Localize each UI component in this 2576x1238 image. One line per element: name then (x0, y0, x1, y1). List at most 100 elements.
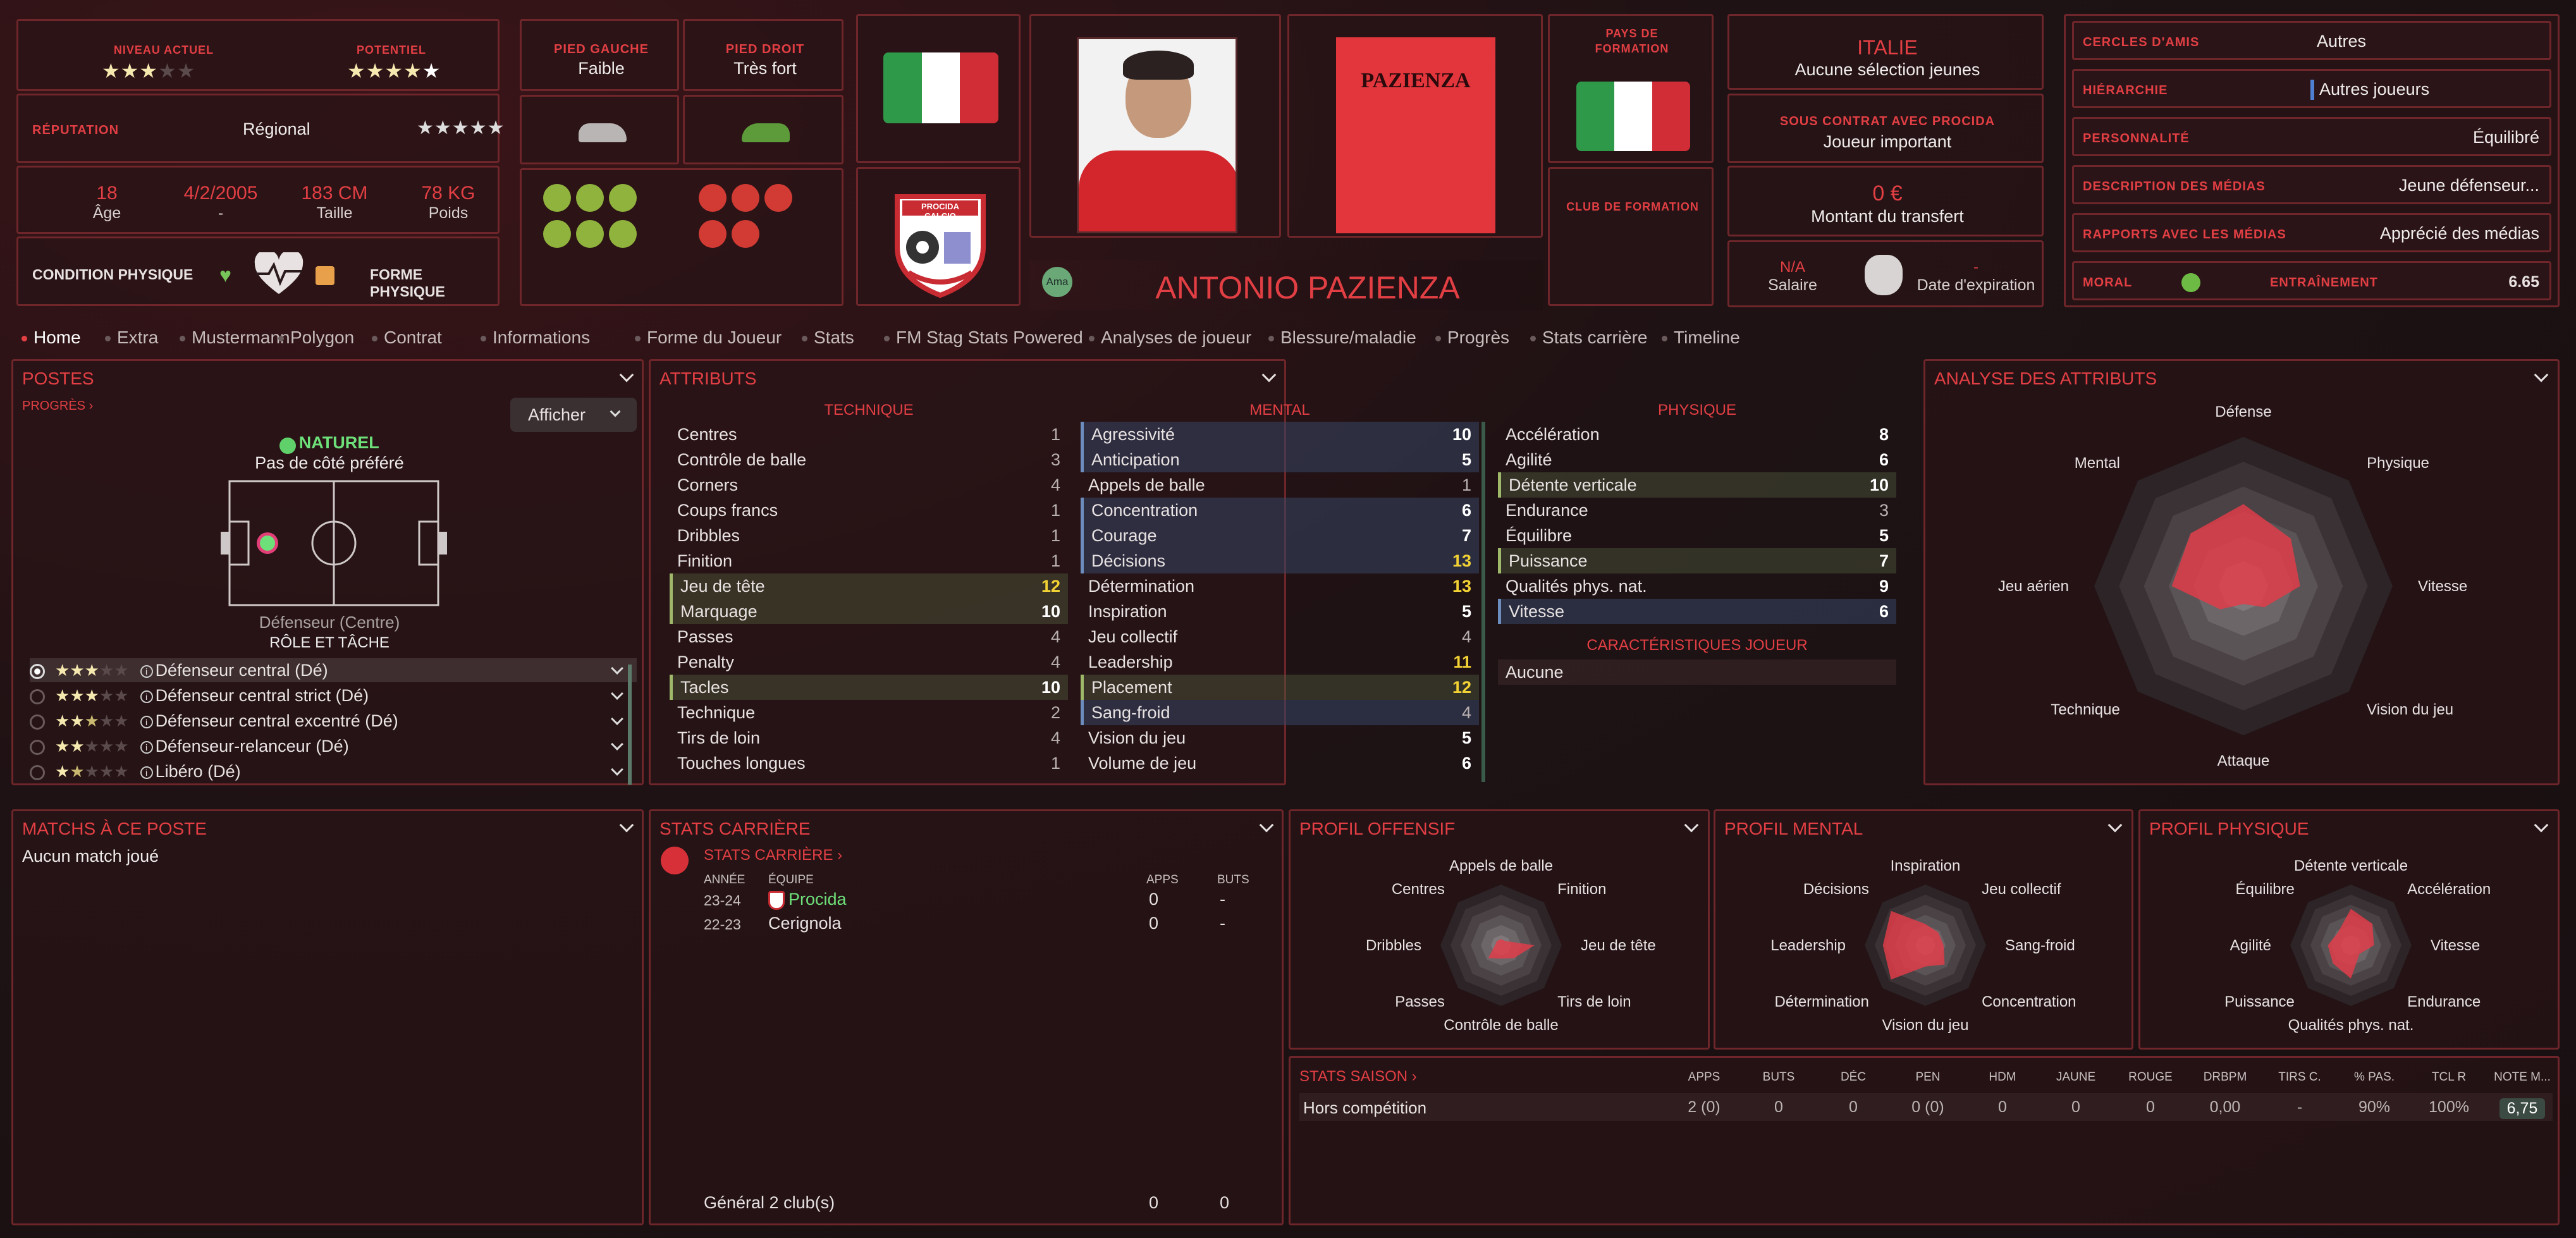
info-icon[interactable]: i (140, 690, 153, 703)
attribute-row[interactable]: Qualités phys. nat. 9 (1498, 573, 1896, 599)
target-icon[interactable] (699, 220, 727, 248)
handshake-icon[interactable] (732, 220, 759, 248)
tab-3[interactable]: Polygon (278, 328, 354, 348)
attribute-row[interactable]: Vitesse 6 (1498, 599, 1896, 624)
role-row[interactable]: ★★★★★ i Défenseur central (Dé) (30, 658, 637, 682)
brain-icon[interactable] (609, 184, 637, 212)
attribute-row[interactable]: Centres 1 (670, 422, 1068, 447)
attribute-row[interactable]: Jeu de tête 12 (670, 573, 1068, 599)
postes-chevron-icon[interactable] (619, 367, 634, 383)
role-row[interactable]: ★★★★★ i Défenseur central strict (Dé) (30, 683, 637, 708)
chart-up-icon[interactable] (576, 184, 604, 212)
ama-badge[interactable]: Ama (1042, 267, 1072, 297)
attributs-chevron-icon[interactable] (1261, 367, 1277, 383)
pen-icon[interactable] (543, 220, 571, 248)
carriere-equipe[interactable]: Procida (788, 890, 847, 909)
attribute-row[interactable]: Équilibre 5 (1498, 523, 1896, 548)
attribute-row[interactable]: Volume de jeu 6 (1081, 751, 1479, 776)
offensif-chevron-icon[interactable] (1684, 818, 1699, 833)
wrench-icon[interactable] (699, 184, 727, 212)
attribute-row[interactable]: Technique 2 (670, 700, 1068, 725)
role-radio[interactable] (30, 714, 45, 730)
afficher-dropdown[interactable]: Afficher (510, 398, 637, 432)
attribute-row[interactable]: Finition 1 (670, 548, 1068, 573)
role-chevron-icon[interactable] (611, 687, 623, 700)
club-badge-icon[interactable]: PROCIDA CALCIO (892, 184, 988, 301)
attribute-row[interactable]: Puissance 7 (1498, 548, 1896, 573)
attribute-row[interactable]: Appels de balle 1 (1081, 472, 1479, 498)
matchs-chevron-icon[interactable] (619, 818, 634, 833)
attribute-row[interactable]: Accélération 8 (1498, 422, 1896, 447)
attribute-row[interactable]: Concentration 6 (1081, 498, 1479, 523)
role-row[interactable]: ★★★★★ i Défenseur-relanceur (Dé) (30, 734, 637, 758)
attribute-row[interactable]: Marquage 10 (670, 599, 1068, 624)
mental-scrollbar[interactable] (1481, 422, 1485, 782)
green-traits-icons[interactable] (541, 184, 642, 251)
tab-5[interactable]: Informations (481, 328, 590, 348)
role-radio[interactable] (30, 739, 45, 755)
attribute-row[interactable]: Placement 12 (1081, 675, 1479, 700)
tab-8[interactable]: FM Stag Stats Powered (884, 328, 1083, 348)
attribute-row[interactable]: Corners 4 (670, 472, 1068, 498)
attribute-row[interactable]: Coups francs 1 (670, 498, 1068, 523)
people-icon[interactable] (609, 220, 637, 248)
role-chevron-icon[interactable] (611, 738, 623, 751)
carriere-chevron-icon[interactable] (1259, 818, 1274, 833)
role-radio[interactable] (30, 689, 45, 704)
analyse-chevron-icon[interactable] (2534, 367, 2549, 383)
tab-1[interactable]: Extra (105, 328, 158, 348)
role-chevron-icon[interactable] (611, 713, 623, 725)
tab-9[interactable]: Analyses de joueur (1089, 328, 1251, 348)
tab-0[interactable]: Home (21, 328, 81, 348)
physiquep-chevron-icon[interactable] (2534, 818, 2549, 833)
tab-4[interactable]: Contrat (372, 328, 442, 348)
attribute-row[interactable]: Décisions 13 (1081, 548, 1479, 573)
info-icon[interactable]: i (140, 740, 153, 754)
tab-7[interactable]: Stats (802, 328, 854, 348)
carriere-equipe[interactable]: Cerignola (768, 914, 842, 933)
attribute-row[interactable]: Tacles 10 (670, 675, 1068, 700)
role-radio[interactable] (30, 764, 45, 780)
roles-scrollbar[interactable] (628, 665, 632, 785)
scissors-icon[interactable] (732, 184, 759, 212)
figure-icon[interactable] (576, 220, 604, 248)
attribute-row[interactable]: Tirs de loin 4 (670, 725, 1068, 751)
saison-link[interactable]: STATS SAISON › (1299, 1068, 1417, 1086)
role-row[interactable]: ★★★★★ i Libéro (Dé) (30, 759, 637, 783)
tab-10[interactable]: Blessure/maladie (1268, 328, 1416, 348)
flask-icon[interactable] (764, 184, 792, 212)
info-icon[interactable]: i (140, 766, 153, 779)
attribute-row[interactable]: Courage 7 (1081, 523, 1479, 548)
info-icon[interactable]: i (140, 665, 153, 678)
attribute-row[interactable]: Inspiration 5 (1081, 599, 1479, 624)
role-chevron-icon[interactable] (611, 662, 623, 675)
progres-link[interactable]: PROGRÈS › (22, 399, 93, 414)
attribute-row[interactable]: Penalty 4 (670, 649, 1068, 675)
attribute-row[interactable]: Anticipation 5 (1081, 447, 1479, 472)
attribute-row[interactable]: Passes 4 (670, 624, 1068, 649)
tab-12[interactable]: Stats carrière (1530, 328, 1648, 348)
attribute-row[interactable]: Jeu collectif 4 (1081, 624, 1479, 649)
attribute-row[interactable]: Détente verticale 10 (1498, 472, 1896, 498)
attribute-row[interactable]: Contrôle de balle 3 (670, 447, 1068, 472)
info-icon[interactable]: i (140, 715, 153, 728)
attribute-row[interactable]: Sang-froid 4 (1081, 700, 1479, 725)
attribute-row[interactable]: Leadership 11 (1081, 649, 1479, 675)
attribute-row[interactable]: Agressivité 10 (1081, 422, 1479, 447)
mentalp-chevron-icon[interactable] (2107, 818, 2123, 833)
role-chevron-icon[interactable] (611, 763, 623, 776)
star-icon[interactable] (543, 184, 571, 212)
red-traits-icons[interactable] (696, 184, 804, 251)
attribute-row[interactable]: Agilité 6 (1498, 447, 1896, 472)
desc-medias-value[interactable]: Jeune défenseur... (2399, 176, 2539, 195)
role-row[interactable]: ★★★★★ i Défenseur central excentré (Dé) (30, 709, 637, 733)
tab-13[interactable]: Timeline (1662, 328, 1740, 348)
attribute-row[interactable]: Endurance 3 (1498, 498, 1896, 523)
attribute-row[interactable]: Détermination 13 (1081, 573, 1479, 599)
attribute-row[interactable]: Touches longues 1 (670, 751, 1068, 776)
tab-11[interactable]: Progrès (1435, 328, 1509, 348)
tab-6[interactable]: Forme du Joueur (635, 328, 782, 348)
carriere-link[interactable]: STATS CARRIÈRE › (704, 847, 842, 864)
attribute-row[interactable]: Vision du jeu 5 (1081, 725, 1479, 751)
attribute-row[interactable]: Dribbles 1 (670, 523, 1068, 548)
